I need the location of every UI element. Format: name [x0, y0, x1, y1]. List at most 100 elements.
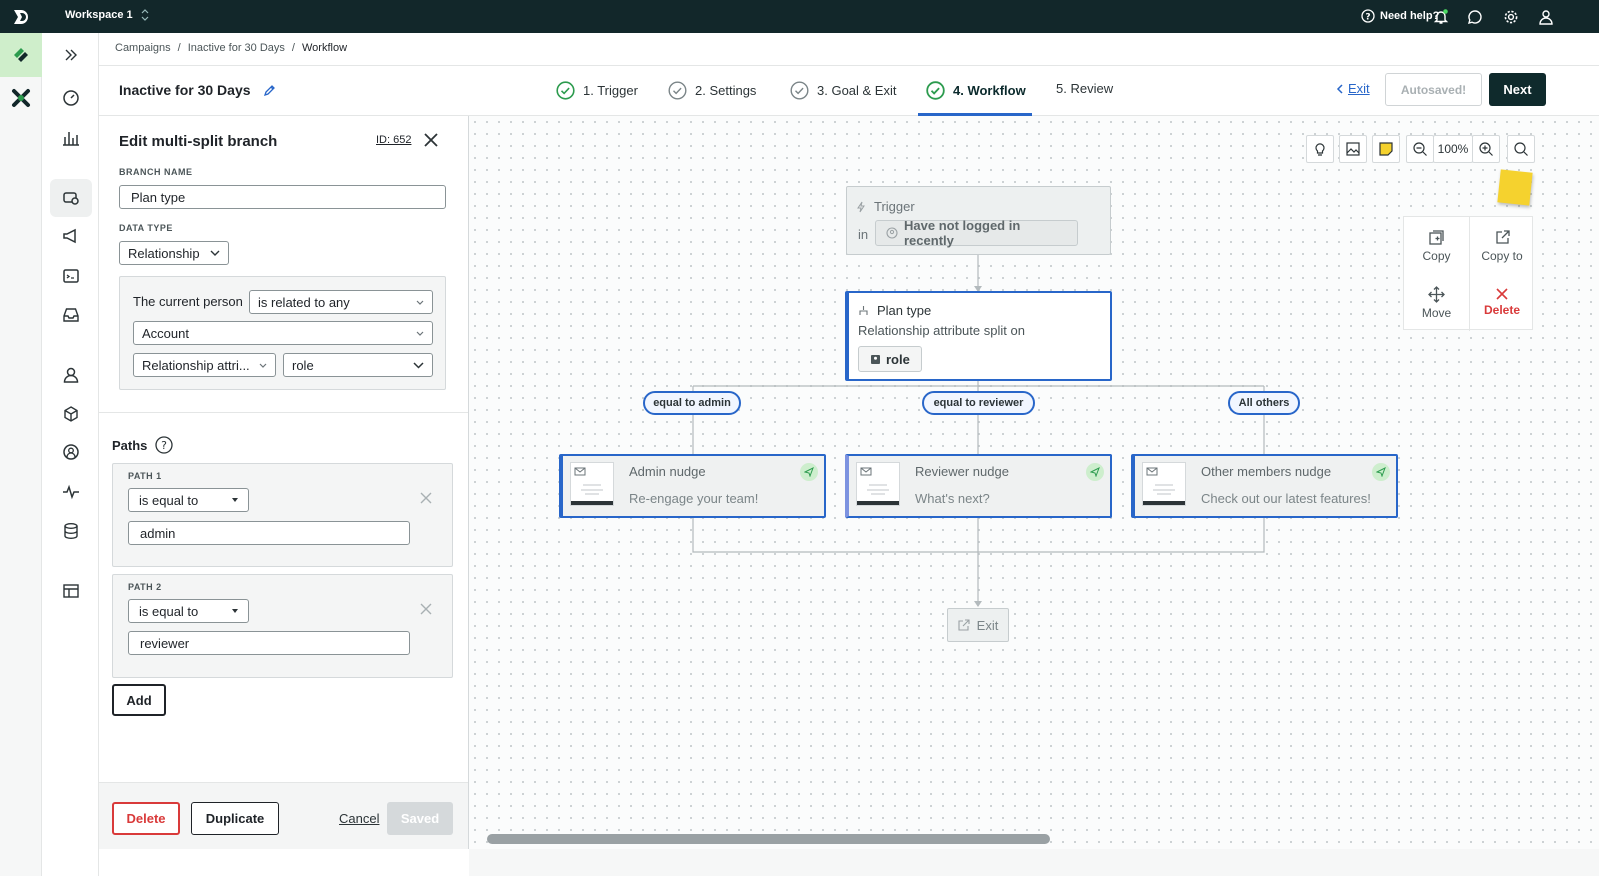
- attribute-type-value: Relationship attri...: [142, 357, 250, 373]
- split-attribute: role: [886, 351, 910, 367]
- step-label: 2. Settings: [695, 83, 757, 98]
- segment-name: Have not logged in recently: [904, 218, 1021, 248]
- object-select[interactable]: Account: [133, 321, 433, 345]
- object-value: Account: [142, 325, 189, 341]
- panel-footer: Delete Duplicate Cancel Saved: [99, 782, 468, 849]
- journeys-product-icon[interactable]: [0, 33, 42, 77]
- gear-icon[interactable]: [1501, 7, 1521, 27]
- send-status-icon: [1086, 463, 1104, 481]
- broadcasts-icon[interactable]: [50, 217, 92, 255]
- copy-action[interactable]: Copy: [1404, 217, 1469, 274]
- search-icon[interactable]: [1507, 135, 1535, 163]
- check-circle-icon: [556, 81, 575, 100]
- data-type-select[interactable]: Relationship: [119, 241, 229, 265]
- split-title: Plan type: [877, 303, 932, 318]
- step-settings[interactable]: 2. Settings: [668, 81, 756, 100]
- step-trigger[interactable]: 1. Trigger: [556, 81, 638, 100]
- node-id-link[interactable]: ID: 652: [376, 134, 411, 146]
- attribute-type-select[interactable]: Relationship attri...: [133, 353, 276, 377]
- branch-pill-others[interactable]: All others: [1228, 391, 1300, 415]
- copy-to-action[interactable]: Copy to: [1469, 217, 1534, 274]
- step-workflow[interactable]: 4. Workflow: [926, 81, 1026, 100]
- cancel-link[interactable]: Cancel: [339, 811, 379, 826]
- secondary-product-icon[interactable]: [11, 88, 31, 108]
- attribute-value-select[interactable]: role: [283, 353, 433, 377]
- chat-icon[interactable]: [1465, 7, 1485, 27]
- edit-pencil-icon[interactable]: [263, 84, 276, 97]
- transactional-icon[interactable]: [50, 257, 92, 295]
- remove-path-icon[interactable]: [420, 603, 432, 615]
- expand-sidebar-icon[interactable]: [50, 36, 92, 74]
- split-attribute-chip[interactable]: role: [858, 346, 922, 372]
- workflow-canvas[interactable]: 100% Copy Copy to Move Delete Trigger in…: [469, 116, 1599, 849]
- move-action[interactable]: Move: [1404, 274, 1469, 331]
- page-title: Inactive for 30 Days: [119, 82, 251, 98]
- path-operator-select[interactable]: is equal to: [128, 599, 249, 623]
- check-circle-icon: [790, 81, 809, 100]
- breadcrumb-current: Workflow: [301, 42, 348, 54]
- sticky-note-icon[interactable]: [1372, 135, 1400, 163]
- table-icon[interactable]: [50, 572, 92, 610]
- exit-link[interactable]: Exit: [1336, 81, 1370, 96]
- horizontal-scrollbar[interactable]: [487, 834, 1050, 844]
- dashboard-icon[interactable]: [50, 79, 92, 117]
- delete-button[interactable]: Delete: [112, 802, 180, 835]
- trigger-node[interactable]: Trigger in Have not logged in recently: [846, 186, 1111, 255]
- branch-pill-admin[interactable]: equal to admin: [643, 391, 741, 415]
- people-icon[interactable]: [50, 356, 92, 394]
- zoom-in-icon[interactable]: [1472, 135, 1500, 163]
- branch-name-input[interactable]: Plan type: [119, 185, 446, 209]
- check-circle-icon: [926, 81, 945, 100]
- close-icon: [1496, 288, 1508, 300]
- app-logo-icon[interactable]: [11, 7, 31, 27]
- saved-button: Saved: [387, 802, 453, 835]
- delete-action[interactable]: Delete: [1469, 274, 1534, 331]
- breadcrumb-campaigns[interactable]: Campaigns: [115, 42, 171, 54]
- path-value-input[interactable]: reviewer: [128, 631, 410, 655]
- segment-icon: [886, 227, 898, 239]
- step-goal-exit[interactable]: 3. Goal & Exit: [790, 81, 896, 100]
- path-value-input[interactable]: admin: [128, 521, 410, 545]
- lightbulb-icon[interactable]: [1306, 135, 1334, 163]
- bell-icon[interactable]: [1431, 7, 1451, 27]
- next-button[interactable]: Next: [1489, 73, 1546, 106]
- segment-chip[interactable]: Have not logged in recently: [875, 218, 1078, 248]
- node-context-menu: Copy Copy to Move Delete: [1403, 216, 1534, 331]
- remove-path-icon[interactable]: [420, 492, 432, 504]
- caret-down-icon: [232, 609, 238, 613]
- breadcrumb-separator: /: [177, 42, 181, 54]
- workspace-switcher[interactable]: Workspace 1: [65, 9, 149, 21]
- branch-pill-reviewer[interactable]: equal to reviewer: [922, 391, 1035, 415]
- move-label: Move: [1421, 305, 1452, 320]
- breadcrumb-campaign[interactable]: Inactive for 30 Days: [188, 42, 285, 54]
- zoom-out-icon[interactable]: [1406, 135, 1434, 163]
- message-node-reviewer[interactable]: Reviewer nudge What's next?: [845, 454, 1112, 518]
- branch-icon: [858, 305, 869, 316]
- objects-icon[interactable]: [50, 395, 92, 433]
- step-review[interactable]: 5. Review: [1056, 81, 1113, 96]
- message-node-others[interactable]: Other members nudge Check out our latest…: [1131, 454, 1398, 518]
- image-icon[interactable]: [1339, 135, 1367, 163]
- close-icon[interactable]: [423, 132, 439, 148]
- message-node-admin[interactable]: Admin nudge Re-engage your team!: [559, 454, 826, 518]
- add-path-button[interactable]: Add: [112, 684, 166, 716]
- campaigns-icon[interactable]: [50, 179, 92, 217]
- email-thumbnail: [856, 462, 900, 506]
- multi-split-node[interactable]: Plan type Relationship attribute split o…: [845, 291, 1112, 381]
- sticky-note[interactable]: [1497, 169, 1533, 206]
- duplicate-button[interactable]: Duplicate: [191, 802, 279, 835]
- send-status-icon: [800, 463, 818, 481]
- question-circle-icon[interactable]: ?: [155, 436, 174, 454]
- split-header: Plan type: [858, 303, 931, 318]
- trigger-in-label: in: [858, 227, 869, 242]
- exit-node[interactable]: Exit: [947, 608, 1009, 642]
- help-link[interactable]: ? Need help?: [1361, 9, 1439, 23]
- analytics-icon[interactable]: [50, 119, 92, 157]
- inbox-icon[interactable]: [50, 296, 92, 334]
- segments-icon[interactable]: [50, 433, 92, 471]
- path-operator-select[interactable]: is equal to: [128, 488, 249, 512]
- activity-icon[interactable]: [50, 473, 92, 511]
- relation-select[interactable]: is related to any: [249, 290, 433, 314]
- data-icon[interactable]: [50, 512, 92, 550]
- user-icon[interactable]: [1536, 7, 1556, 27]
